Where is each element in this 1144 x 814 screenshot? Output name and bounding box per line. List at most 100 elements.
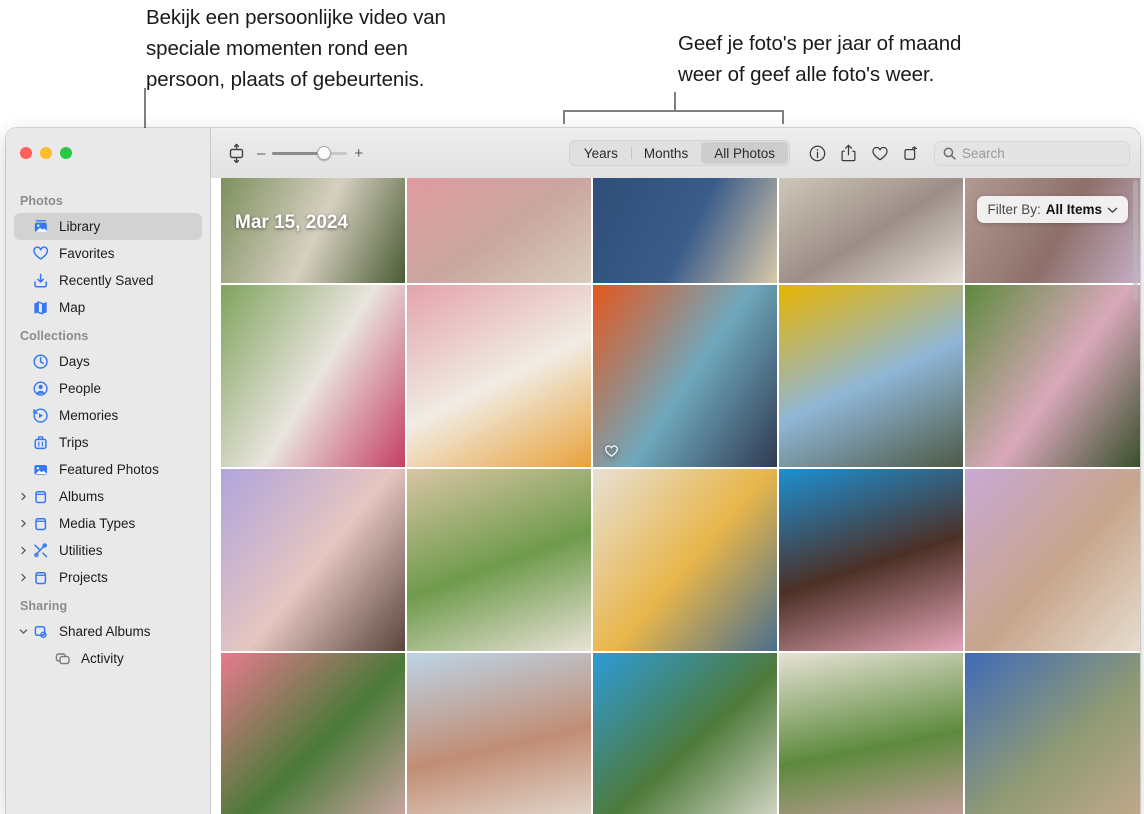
activity-icon: [54, 650, 74, 668]
photo-living-room-play[interactable]: [593, 469, 777, 651]
toolbar: – + Years Months All Photos Search: [211, 128, 1140, 178]
photo-lollipop-pair[interactable]: [965, 469, 1140, 651]
sidebar-item-favorites[interactable]: Favorites: [14, 240, 202, 267]
sidebar-item-memories[interactable]: Memories: [14, 402, 202, 429]
filter-by-value: All Items: [1045, 202, 1102, 217]
photo-plaid-shirt-garden[interactable]: [407, 469, 591, 651]
photo-pink-balloon-reach[interactable]: [221, 653, 405, 814]
sidebar-item-days[interactable]: Days: [14, 348, 202, 375]
photo-thumbnail: [593, 285, 777, 467]
zoom-in-label[interactable]: +: [354, 146, 363, 161]
window-controls[interactable]: [20, 147, 72, 159]
sidebar-item-label: Shared Albums: [59, 624, 151, 639]
photo-thumbnail: [779, 178, 963, 283]
sidebar-item-label: Days: [59, 354, 90, 369]
sidebar-item-featured-photos[interactable]: Featured Photos: [14, 456, 202, 483]
minimize-button[interactable]: [40, 147, 52, 159]
sidebar-section-header: Sharing: [20, 599, 68, 613]
sidebar-item-people[interactable]: People: [14, 375, 202, 402]
sidebar-item-label: Utilities: [59, 543, 103, 558]
tab-years[interactable]: Years: [571, 142, 631, 164]
photo-blocks-blue-rug[interactable]: [593, 178, 777, 283]
photo-garden-breakfast[interactable]: [221, 285, 405, 467]
chevron-down-icon[interactable]: [17, 618, 30, 645]
photo-blue-knit-sweater[interactable]: [965, 653, 1140, 814]
photo-thumbnail: [779, 653, 963, 814]
sidebar-item-recently-saved[interactable]: Recently Saved: [14, 267, 202, 294]
sidebar-item-media-types[interactable]: Media Types: [14, 510, 202, 537]
photo-grid[interactable]: Mar 15, 2024: [221, 178, 1140, 814]
photo-window-siblings[interactable]: [407, 653, 591, 814]
sidebar-item-label: Map: [59, 300, 86, 315]
photo-thumbnail: [965, 469, 1140, 651]
featured-photo-icon: [32, 461, 52, 479]
photo-thumbnail: [221, 653, 405, 814]
photo-purple-sweater-trio[interactable]: [221, 469, 405, 651]
chevron-right-icon[interactable]: [17, 537, 30, 564]
photo-blue-backdrop-portrait[interactable]: [779, 469, 963, 651]
filter-by-button[interactable]: Filter By: All Items: [977, 196, 1128, 223]
tab-months[interactable]: Months: [630, 142, 701, 164]
zoom-out-label[interactable]: –: [257, 146, 265, 161]
photo-girl-pink-hoodie[interactable]: [407, 178, 591, 283]
sidebar-item-shared-albums[interactable]: Shared Albums: [14, 618, 202, 645]
sidebar-item-projects[interactable]: Projects: [14, 564, 202, 591]
sidebar-item-label: Albums: [59, 489, 105, 504]
sidebar-item-label: People: [59, 381, 102, 396]
favorite-heart-icon[interactable]: [866, 141, 893, 166]
sidebar-item-label: Trips: [59, 435, 89, 450]
thumbnail-zoom-slider[interactable]: – +: [257, 146, 363, 161]
tab-all-photos[interactable]: All Photos: [701, 142, 788, 164]
photo-child-jumping-tree[interactable]: Mar 15, 2024: [221, 178, 405, 283]
sidebar-item-label: Library: [59, 219, 101, 234]
callout-right-leader-stem: [674, 92, 676, 112]
sidebar-item-activity[interactable]: Activity: [14, 645, 202, 672]
view-mode-segmented-control[interactable]: Years Months All Photos: [568, 140, 790, 166]
search-field[interactable]: Search: [934, 140, 1130, 166]
sidebar-toggle-icon[interactable]: [223, 141, 249, 165]
zoom-slider-knob[interactable]: [317, 146, 332, 160]
sidebar-item-library[interactable]: Library: [14, 213, 202, 240]
share-icon[interactable]: [835, 141, 862, 166]
photo-yellow-balloon[interactable]: [779, 285, 963, 467]
chevron-right-icon[interactable]: [17, 483, 30, 510]
sidebar-item-label: Projects: [59, 570, 108, 585]
sidebar-item-label: Featured Photos: [59, 462, 159, 477]
photo-blue-balloon-catch[interactable]: [593, 653, 777, 814]
photo-sweater-garden-pair[interactable]: [779, 653, 963, 814]
person-icon: [32, 380, 52, 398]
info-icon[interactable]: [804, 141, 831, 166]
close-button[interactable]: [20, 147, 32, 159]
sidebar[interactable]: Photos Library Favorites Recently Saved Map C…: [6, 178, 211, 814]
photo-thumbnail: [407, 285, 591, 467]
sidebar-item-utilities[interactable]: Utilities: [14, 537, 202, 564]
memories-icon: [32, 407, 52, 425]
photo-laughing-siblings[interactable]: [965, 178, 1140, 283]
filter-by-label: Filter By:: [987, 202, 1041, 217]
callout-right-leader-tick-right: [782, 110, 784, 124]
sidebar-item-albums[interactable]: Albums: [14, 483, 202, 510]
vertical-scrollbar[interactable]: [1133, 180, 1138, 300]
sidebar-item-trips[interactable]: Trips: [14, 429, 202, 456]
chevron-right-icon[interactable]: [17, 564, 30, 591]
zoom-slider-track[interactable]: [272, 146, 348, 160]
rotate-icon[interactable]: [897, 141, 924, 166]
chevron-right-icon[interactable]: [17, 510, 30, 537]
sidebar-item-map[interactable]: Map: [14, 294, 202, 321]
album-icon: [32, 515, 52, 533]
photo-cartwheel-grass[interactable]: [965, 285, 1140, 467]
window-titlebar: – + Years Months All Photos Search: [6, 128, 1140, 814]
photo-thumbnail: [221, 285, 405, 467]
photo-family-blanket[interactable]: [779, 178, 963, 283]
callout-view-modes-text: Geef je foto's per jaar of maand weer of…: [678, 32, 962, 86]
heart-icon: [32, 245, 52, 263]
photo-thumbnail: [965, 653, 1140, 814]
photo-orange-blanket-pair[interactable]: [593, 285, 777, 467]
library-icon: [32, 218, 52, 236]
chevron-down-icon: [1107, 206, 1118, 214]
zoom-button[interactable]: [60, 147, 72, 159]
photo-juice-croissant[interactable]: [407, 285, 591, 467]
photo-thumbnail: [965, 285, 1140, 467]
photo-grid-area[interactable]: Filter By: All Items Mar 15, 2024: [211, 178, 1140, 814]
sidebar-section-header: Photos: [20, 194, 63, 208]
